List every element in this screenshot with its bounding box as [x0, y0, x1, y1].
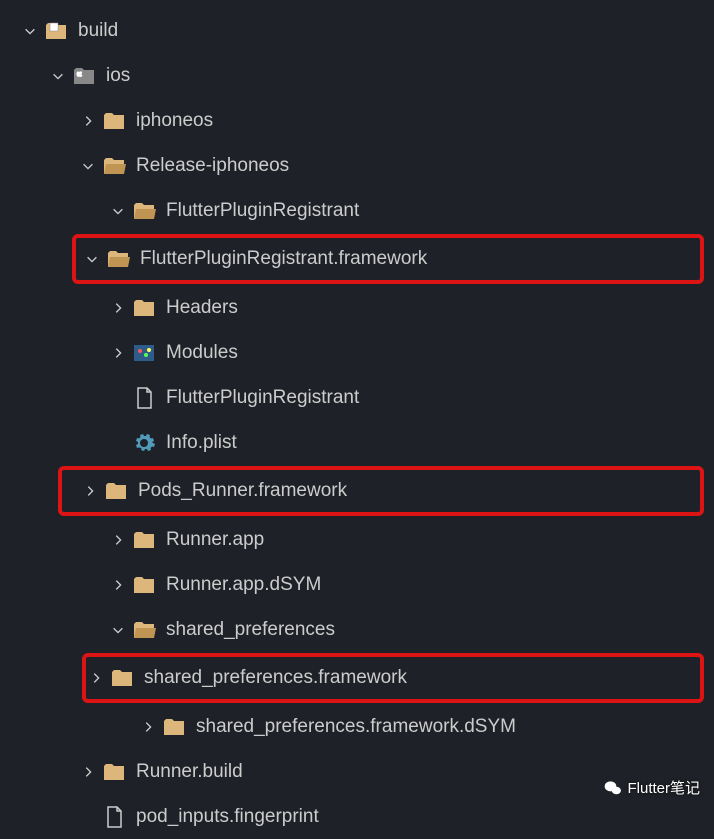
tree-label: shared_preferences.framework [144, 667, 407, 689]
tree-item-pod-inputs[interactable]: pod_inputs.fingerprint [0, 794, 714, 839]
tree-label: Runner.build [136, 761, 243, 783]
folder-icon [110, 666, 134, 690]
chevron-right-icon [86, 668, 106, 688]
chevron-right-icon [108, 575, 128, 595]
modules-icon [132, 341, 156, 365]
tree-item-fpr-fw[interactable]: FlutterPluginRegistrant.framework [76, 238, 700, 280]
tree-label: Runner.app [166, 529, 264, 551]
highlight-box: FlutterPluginRegistrant.framework [72, 234, 704, 284]
watermark-text: Flutter笔记 [627, 777, 700, 798]
tree-item-info-plist[interactable]: Info.plist [0, 420, 714, 465]
tree-item-build[interactable]: build [0, 8, 714, 53]
highlight-box: Pods_Runner.framework [58, 466, 704, 516]
chevron-down-icon [48, 66, 68, 86]
chevron-right-icon [108, 298, 128, 318]
gear-icon [132, 431, 156, 455]
folder-icon [44, 19, 68, 43]
folder-icon [102, 760, 126, 784]
tree-label: Release-iphoneos [136, 155, 289, 177]
highlight-box: shared_preferences.framework [82, 653, 704, 703]
file-icon [132, 386, 156, 410]
folder-icon [132, 296, 156, 320]
folder-icon [132, 573, 156, 597]
tree-label: ios [106, 65, 130, 87]
tree-item-headers[interactable]: Headers [0, 285, 714, 330]
tree-item-fpr-file[interactable]: FlutterPluginRegistrant [0, 375, 714, 420]
chevron-right-icon [78, 111, 98, 131]
tree-label: pod_inputs.fingerprint [136, 806, 319, 828]
chevron-right-icon [108, 343, 128, 363]
tree-item-shared-prefs-fw[interactable]: shared_preferences.framework [86, 657, 700, 699]
tree-item-runner-dsym[interactable]: Runner.app.dSYM [0, 562, 714, 607]
tree-item-shared-prefs[interactable]: shared_preferences [0, 607, 714, 652]
folder-open-icon [132, 618, 156, 642]
tree-item-ios[interactable]: ios [0, 53, 714, 98]
chevron-down-icon [108, 620, 128, 640]
chevron-right-icon [108, 530, 128, 550]
folder-open-icon [102, 154, 126, 178]
tree-item-fpr[interactable]: FlutterPluginRegistrant [0, 188, 714, 233]
tree-label: shared_preferences.framework.dSYM [196, 716, 516, 738]
wechat-icon [603, 778, 623, 798]
chevron-down-icon [108, 201, 128, 221]
tree-item-iphoneos[interactable]: iphoneos [0, 98, 714, 143]
tree-label: build [78, 20, 118, 42]
tree-label: FlutterPluginRegistrant [166, 387, 359, 409]
folder-icon [132, 528, 156, 552]
tree-label: Pods_Runner.framework [138, 480, 347, 502]
folder-open-icon [132, 199, 156, 223]
tree-item-runner-app[interactable]: Runner.app [0, 517, 714, 562]
chevron-right-icon [78, 762, 98, 782]
tree-item-shared-prefs-dsym[interactable]: shared_preferences.framework.dSYM [0, 704, 714, 749]
apple-folder-icon [72, 64, 96, 88]
tree-label: Headers [166, 297, 238, 319]
tree-label: Runner.app.dSYM [166, 574, 321, 596]
tree-item-modules[interactable]: Modules [0, 330, 714, 375]
tree-label: Info.plist [166, 432, 237, 454]
tree-label: FlutterPluginRegistrant.framework [140, 248, 427, 270]
chevron-down-icon [82, 249, 102, 269]
file-icon [102, 805, 126, 829]
tree-label: FlutterPluginRegistrant [166, 200, 359, 222]
watermark: Flutter笔记 [603, 777, 700, 798]
chevron-right-icon [138, 717, 158, 737]
folder-icon [104, 479, 128, 503]
chevron-right-icon [80, 481, 100, 501]
file-tree: build ios iphoneos Release-iphoneos [0, 0, 714, 839]
folder-icon [162, 715, 186, 739]
tree-item-pods-runner[interactable]: Pods_Runner.framework [62, 470, 700, 512]
chevron-down-icon [20, 21, 40, 41]
tree-label: Modules [166, 342, 238, 364]
chevron-down-icon [78, 156, 98, 176]
tree-item-release-iphoneos[interactable]: Release-iphoneos [0, 143, 714, 188]
tree-label: shared_preferences [166, 619, 335, 641]
folder-open-icon [106, 247, 130, 271]
tree-label: iphoneos [136, 110, 213, 132]
folder-icon [102, 109, 126, 133]
